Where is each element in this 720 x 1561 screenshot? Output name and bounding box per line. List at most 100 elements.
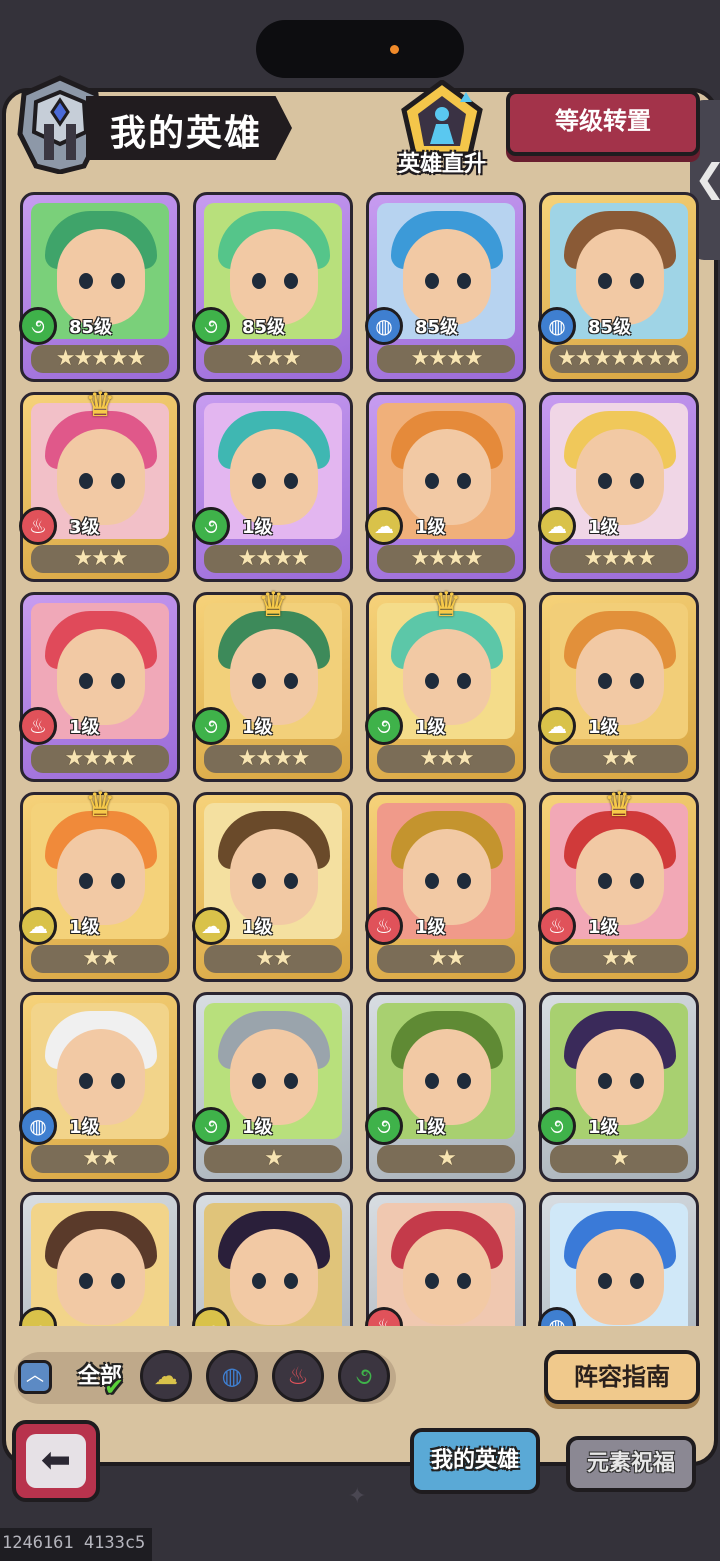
earth-element-icon: ☁ xyxy=(538,507,576,545)
lineup-guide-button[interactable]: 阵容指南 xyxy=(544,1350,700,1404)
tab-my-heroes[interactable]: 我的英雄 xyxy=(410,1428,540,1494)
hero-face xyxy=(57,429,145,525)
check-icon: ✔ xyxy=(104,1373,125,1401)
filter-wood-button[interactable]: ૭ xyxy=(338,1350,390,1402)
hero-card[interactable]: ૭ 1级 ★ xyxy=(365,992,526,1182)
hero-level: 85级 xyxy=(242,317,286,338)
hero-card[interactable]: ☁ xyxy=(19,1192,180,1326)
hero-card[interactable]: ◍ xyxy=(538,1192,699,1326)
hero-face xyxy=(403,1029,491,1125)
hero-eye xyxy=(598,1273,612,1289)
hero-eye xyxy=(284,673,298,689)
hero-eye xyxy=(111,273,125,289)
hero-card[interactable]: ☁ 1级 ★★ xyxy=(538,592,699,782)
hero-face xyxy=(403,629,491,725)
hero-stars: ★★★★★ xyxy=(31,345,169,373)
fire-element-icon: ♨ xyxy=(287,1362,309,1390)
hero-eye xyxy=(252,673,266,689)
hero-level: 1级 xyxy=(588,917,619,938)
hero-face xyxy=(576,829,664,925)
wood-element-icon: ૭ xyxy=(365,707,403,745)
tab-element-blessing[interactable]: 元素祝福 xyxy=(566,1436,696,1492)
hero-eye xyxy=(598,1073,612,1089)
hero-eye xyxy=(79,273,93,289)
wood-element-icon: ૭ xyxy=(192,707,230,745)
hero-stars: ★★ xyxy=(31,1145,169,1173)
hero-eye xyxy=(284,1073,298,1089)
hero-card[interactable]: ૭ 1级 ★★★★ xyxy=(192,392,353,582)
wood-element-icon: ૭ xyxy=(192,307,230,345)
hero-stars: ★★★★ xyxy=(31,745,169,773)
hero-card[interactable]: ♛ ૭ 1级 ★★★ xyxy=(365,585,526,782)
hero-card[interactable]: ૭ 85级 ★★★★★ xyxy=(19,192,180,382)
hero-level: 1级 xyxy=(415,717,446,738)
hero-eye xyxy=(457,873,471,889)
hero-card[interactable]: ◍ 85级 ★★★★★★★ xyxy=(538,192,699,382)
hero-eye xyxy=(252,873,266,889)
hero-card[interactable]: ♨ 1级 ★★★★ xyxy=(19,592,180,782)
hero-portrait xyxy=(31,1203,169,1326)
hero-eye xyxy=(630,673,644,689)
hero-level: 1级 xyxy=(69,917,100,938)
filter-all-button[interactable]: 全部 ✔ xyxy=(72,1352,128,1402)
level-reset-label: 等级转置 xyxy=(555,107,651,135)
crown-icon: ♛ xyxy=(258,585,289,625)
water-element-icon: ◍ xyxy=(221,1362,243,1390)
hero-card[interactable]: ♨ 1级 ★★ xyxy=(365,792,526,982)
hero-eye xyxy=(598,873,612,889)
hero-eye xyxy=(457,473,471,489)
hero-card[interactable]: ☁ xyxy=(192,1192,353,1326)
wood-element-icon: ૭ xyxy=(355,1362,373,1390)
hero-face xyxy=(57,829,145,925)
level-reset-button[interactable]: 等级转置 xyxy=(506,90,700,156)
hero-eye xyxy=(252,273,266,289)
hero-card[interactable]: ♛ ♨ 1级 ★★ xyxy=(538,785,699,982)
hero-card[interactable]: ◍ 1级 ★★ xyxy=(19,992,180,1182)
hero-ascend-label[interactable]: 英雄直升 xyxy=(380,146,504,178)
hero-face xyxy=(57,629,145,725)
lineup-guide-label: 阵容指南 xyxy=(574,1363,670,1391)
page-title: 我的英雄 xyxy=(110,113,263,154)
hero-stars: ★★★★ xyxy=(204,745,342,773)
hero-card[interactable]: ♛ ☁ 1级 ★★ xyxy=(19,785,180,982)
earth-element-icon: ☁ xyxy=(154,1362,178,1390)
hero-face xyxy=(230,429,318,525)
hero-card[interactable]: ♛ ♨ 3级 ★★★ xyxy=(19,385,180,582)
tab-element-blessing-label: 元素祝福 xyxy=(586,1451,675,1476)
hero-level: 85级 xyxy=(588,317,632,338)
hero-level: 1级 xyxy=(415,917,446,938)
hero-eye xyxy=(425,473,439,489)
hero-card[interactable]: ♛ ૭ 1级 ★★★★ xyxy=(192,585,353,782)
hero-stars: ★★★ xyxy=(377,745,515,773)
hero-ascend-icon[interactable] xyxy=(396,80,488,156)
hero-level: 1级 xyxy=(588,517,619,538)
hero-level: 1级 xyxy=(415,517,446,538)
filter-collapse-button[interactable]: ︿ xyxy=(18,1360,52,1394)
camera-dot xyxy=(390,45,399,54)
hero-eye xyxy=(284,1273,298,1289)
hero-eye xyxy=(630,273,644,289)
wood-element-icon: ૭ xyxy=(192,1107,230,1145)
hero-eye xyxy=(111,1073,125,1089)
hero-face xyxy=(403,229,491,325)
hero-eye xyxy=(425,873,439,889)
water-element-icon: ◍ xyxy=(538,307,576,345)
wood-element-icon: ૭ xyxy=(192,507,230,545)
hero-card[interactable]: ૭ 1级 ★ xyxy=(192,992,353,1182)
filter-water-button[interactable]: ◍ xyxy=(206,1350,258,1402)
earth-element-icon: ☁ xyxy=(538,707,576,745)
hero-card[interactable]: ૭ 1级 ★ xyxy=(538,992,699,1182)
hero-eye xyxy=(284,873,298,889)
hero-stars: ★ xyxy=(550,1145,688,1173)
crown-icon: ♛ xyxy=(85,785,116,825)
hero-card[interactable]: ♨ xyxy=(365,1192,526,1326)
back-button[interactable]: ⬅ xyxy=(12,1420,100,1502)
hero-card[interactable]: ૭ 85级 ★★★ xyxy=(192,192,353,382)
hero-card[interactable]: ☁ 1级 ★★★★ xyxy=(538,392,699,582)
hero-eye xyxy=(630,1273,644,1289)
filter-fire-button[interactable]: ♨ xyxy=(272,1350,324,1402)
hero-card[interactable]: ☁ 1级 ★★ xyxy=(192,792,353,982)
hero-card[interactable]: ☁ 1级 ★★★★ xyxy=(365,392,526,582)
filter-earth-button[interactable]: ☁ xyxy=(140,1350,192,1402)
hero-card[interactable]: ◍ 85级 ★★★★ xyxy=(365,192,526,382)
